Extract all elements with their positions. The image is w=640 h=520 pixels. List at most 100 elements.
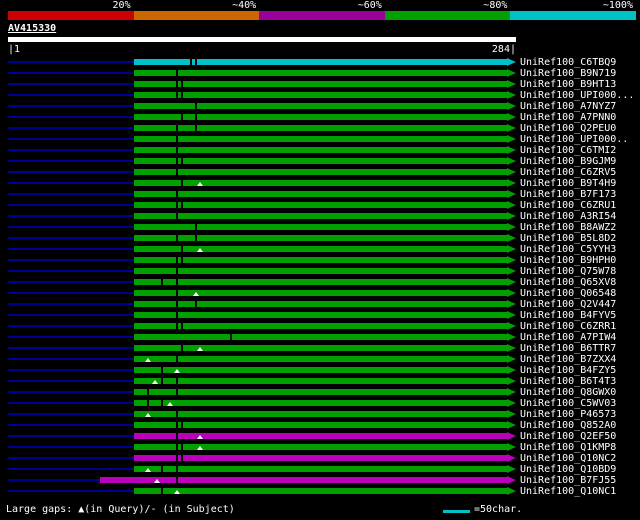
hit-accession-label[interactable]: UniRef100_C6TBQ9: [520, 57, 616, 68]
hit-accession-label[interactable]: UniRef100_B9HPH0: [520, 255, 616, 266]
query-gap-triangle-icon: [145, 468, 151, 472]
alignment-bar[interactable]: [133, 191, 507, 197]
alignment-row: UniRef100_B4FYV5: [0, 310, 640, 321]
query-gap-triangle-icon: [197, 347, 204, 351]
alignment-bar[interactable]: [133, 488, 507, 494]
alignment-bar[interactable]: [133, 136, 507, 142]
hit-accession-label[interactable]: UniRef100_P46573: [520, 409, 616, 420]
hit-arrow-icon: [507, 146, 516, 154]
hit-accession-label[interactable]: UniRef100_B8AWZ2: [520, 222, 616, 233]
alignment-bar[interactable]: [133, 290, 507, 296]
hit-accession-label[interactable]: UniRef100_A7NYZ7: [520, 101, 616, 112]
hit-accession-label[interactable]: UniRef100_Q75W78: [520, 266, 616, 277]
alignment-bar[interactable]: [133, 466, 507, 472]
alignment-bar[interactable]: [133, 81, 507, 87]
alignment-bar[interactable]: [133, 158, 507, 164]
hit-accession-label[interactable]: UniRef100_Q65XV8: [520, 277, 616, 288]
alignment-bar[interactable]: [133, 400, 507, 406]
alignment-bar[interactable]: [133, 367, 507, 373]
alignment-bar[interactable]: [133, 70, 507, 76]
hit-accession-label[interactable]: UniRef100_B9HT13: [520, 79, 616, 90]
hit-accession-label[interactable]: UniRef100_Q8GWX0: [520, 387, 616, 398]
alignment-bar[interactable]: [133, 246, 507, 252]
subject-gap-tick: [175, 411, 178, 417]
hit-accession-label[interactable]: UniRef100_UPI000..: [520, 134, 628, 145]
alignment-bar[interactable]: [133, 389, 507, 395]
alignment-bar[interactable]: [133, 169, 507, 175]
alignment-bar[interactable]: [133, 323, 507, 329]
alignment-bar[interactable]: [133, 235, 507, 241]
alignment-bar[interactable]: [133, 444, 507, 450]
hit-accession-label[interactable]: UniRef100_C5YYH3: [520, 244, 616, 255]
hit-accession-label[interactable]: UniRef100_Q06548: [520, 288, 616, 299]
hit-accession-label[interactable]: UniRef100_A3RI54: [520, 211, 616, 222]
hit-accession-label[interactable]: UniRef100_B9N719: [520, 68, 616, 79]
hit-accession-label[interactable]: UniRef100_B5L8D2: [520, 233, 616, 244]
subject-gap-tick: [175, 433, 178, 439]
hit-accession-label[interactable]: UniRef100_B9T4H9: [520, 178, 616, 189]
hit-accession-label[interactable]: UniRef100_C6ZRU1: [520, 200, 616, 211]
hit-accession-label[interactable]: UniRef100_C6TMI2: [520, 145, 616, 156]
hit-accession-label[interactable]: UniRef100_B7FJ55: [520, 475, 616, 486]
hit-accession-label[interactable]: UniRef100_C5WV03: [520, 398, 616, 409]
alignment-bar[interactable]: [99, 477, 507, 483]
alignment-bar[interactable]: [133, 224, 507, 230]
hit-arrow-icon: [507, 245, 516, 253]
hit-accession-label[interactable]: UniRef100_B4FYV5: [520, 310, 616, 321]
alignment-bar[interactable]: [133, 202, 507, 208]
alignment-bar[interactable]: [133, 411, 507, 417]
alignment-bar[interactable]: [133, 92, 507, 98]
hit-accession-label[interactable]: UniRef100_UPI000...: [520, 90, 634, 101]
alignment-bar[interactable]: [133, 356, 507, 362]
hit-accession-label[interactable]: UniRef100_Q2EF50: [520, 431, 616, 442]
alignment-bar[interactable]: [133, 334, 507, 340]
alignment-row: UniRef100_C6ZRV5: [0, 167, 640, 178]
unaligned-query-line: [8, 204, 134, 206]
alignment-bar[interactable]: [133, 301, 507, 307]
hit-accession-label[interactable]: UniRef100_B7ZXX4: [520, 354, 616, 365]
alignment-bar[interactable]: [133, 378, 507, 384]
identity-scale-segment: [384, 11, 511, 20]
alignment-bar[interactable]: [133, 279, 507, 285]
hit-accession-label[interactable]: UniRef100_B4FZY5: [520, 365, 616, 376]
subject-gap-tick: [181, 114, 184, 120]
hit-accession-label[interactable]: UniRef100_B7F173: [520, 189, 616, 200]
alignment-bar[interactable]: [133, 433, 507, 439]
hit-accession-label[interactable]: UniRef100_Q10NC1: [520, 486, 616, 497]
hit-accession-label[interactable]: UniRef100_Q852A0: [520, 420, 616, 431]
hit-accession-label[interactable]: UniRef100_Q10NC2: [520, 453, 616, 464]
identity-scale-segment: [510, 11, 636, 20]
alignment-bar[interactable]: [133, 345, 507, 351]
hit-accession-label[interactable]: UniRef100_B6T4T3: [520, 376, 616, 387]
alignment-bar[interactable]: [133, 455, 507, 461]
hit-accession-label[interactable]: UniRef100_Q10BD9: [520, 464, 616, 475]
unaligned-query-line: [8, 413, 134, 415]
hit-accession-label[interactable]: UniRef100_B9GJM9: [520, 156, 616, 167]
alignment-bar[interactable]: [133, 213, 507, 219]
hit-accession-label[interactable]: UniRef100_C6ZRR1: [520, 321, 616, 332]
unaligned-query-line: [8, 336, 134, 338]
alignment-row: UniRef100_A7NYZ7: [0, 101, 640, 112]
alignment-bar[interactable]: [133, 147, 507, 153]
alignment-bar[interactable]: [133, 103, 507, 109]
hit-accession-label[interactable]: UniRef100_A7PIW4: [520, 332, 616, 343]
alignment-bar[interactable]: [133, 422, 507, 428]
alignment-bar[interactable]: [133, 180, 507, 186]
alignment-bar[interactable]: [133, 125, 507, 131]
unaligned-query-line: [8, 380, 134, 382]
hit-arrow-icon: [507, 124, 516, 132]
hit-accession-label[interactable]: UniRef100_Q2V447: [520, 299, 616, 310]
hit-accession-label[interactable]: UniRef100_Q1KMP8: [520, 442, 616, 453]
hit-arrow-icon: [507, 333, 516, 341]
alignment-bar[interactable]: [133, 312, 507, 318]
alignment-bar[interactable]: [133, 114, 507, 120]
hit-accession-label[interactable]: UniRef100_C6ZRV5: [520, 167, 616, 178]
hit-accession-label[interactable]: UniRef100_A7PNN0: [520, 112, 616, 123]
unaligned-query-line: [8, 127, 134, 129]
subject-gap-tick: [175, 202, 178, 208]
hit-accession-label[interactable]: UniRef100_Q2PEU0: [520, 123, 616, 134]
alignment-bar[interactable]: [133, 257, 507, 263]
hit-arrow-icon: [507, 421, 516, 429]
hit-accession-label[interactable]: UniRef100_B6TTR7: [520, 343, 616, 354]
alignment-bar[interactable]: [133, 268, 507, 274]
